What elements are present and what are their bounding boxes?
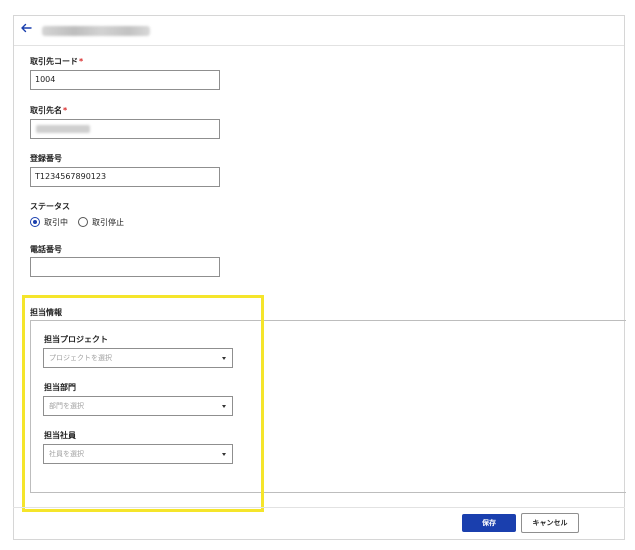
- page-header: [14, 16, 624, 46]
- department-select-placeholder: 部門を選択: [49, 402, 84, 410]
- arrow-left-icon-svg: [21, 23, 32, 33]
- code-label: 取引先コード*: [30, 57, 83, 67]
- name-input-redacted-value: [36, 125, 90, 133]
- status-label: ステータス: [30, 202, 70, 211]
- code-input[interactable]: 1004: [30, 70, 220, 90]
- phone-input[interactable]: [30, 257, 220, 277]
- name-label: 取引先名*: [30, 106, 67, 116]
- registration-input[interactable]: T1234567890123: [30, 167, 220, 187]
- project-label: 担当プロジェクト: [44, 335, 108, 344]
- department-select[interactable]: 部門を選択: [43, 396, 233, 416]
- status-radio-suspended-label: 取引停止: [92, 217, 124, 227]
- arrow-left-icon[interactable]: [20, 22, 34, 36]
- caret-down-icon: [222, 453, 226, 456]
- registration-input-value: T1234567890123: [35, 172, 107, 181]
- project-select[interactable]: プロジェクトを選択: [43, 348, 233, 368]
- registration-label: 登録番号: [30, 154, 62, 163]
- status-radio-suspended[interactable]: 取引停止: [78, 215, 124, 229]
- footer-divider: [13, 507, 625, 508]
- employee-select[interactable]: 社員を選択: [43, 444, 233, 464]
- department-label: 担当部門: [44, 383, 76, 392]
- caret-down-icon: [222, 357, 226, 360]
- required-mark: *: [63, 106, 68, 115]
- code-label-text: 取引先コード: [30, 57, 78, 66]
- project-select-placeholder: プロジェクトを選択: [49, 354, 112, 362]
- code-input-value: 1004: [35, 75, 56, 84]
- phone-label: 電話番号: [30, 245, 62, 254]
- caret-down-icon: [222, 405, 226, 408]
- name-input[interactable]: [30, 119, 220, 139]
- section-title: 担当情報: [30, 308, 62, 317]
- required-mark: *: [79, 57, 84, 66]
- status-radio-active-label: 取引中: [44, 217, 68, 227]
- status-radio-active[interactable]: 取引中: [30, 215, 68, 229]
- employee-select-placeholder: 社員を選択: [49, 450, 84, 458]
- page-title-redacted: [42, 26, 150, 36]
- radio-checked-icon: [30, 217, 40, 227]
- employee-label: 担当社員: [44, 431, 76, 440]
- name-label-text: 取引先名: [30, 106, 62, 115]
- radio-unchecked-icon: [78, 217, 88, 227]
- save-button[interactable]: 保存: [462, 514, 516, 532]
- cancel-button[interactable]: キャンセル: [521, 513, 579, 533]
